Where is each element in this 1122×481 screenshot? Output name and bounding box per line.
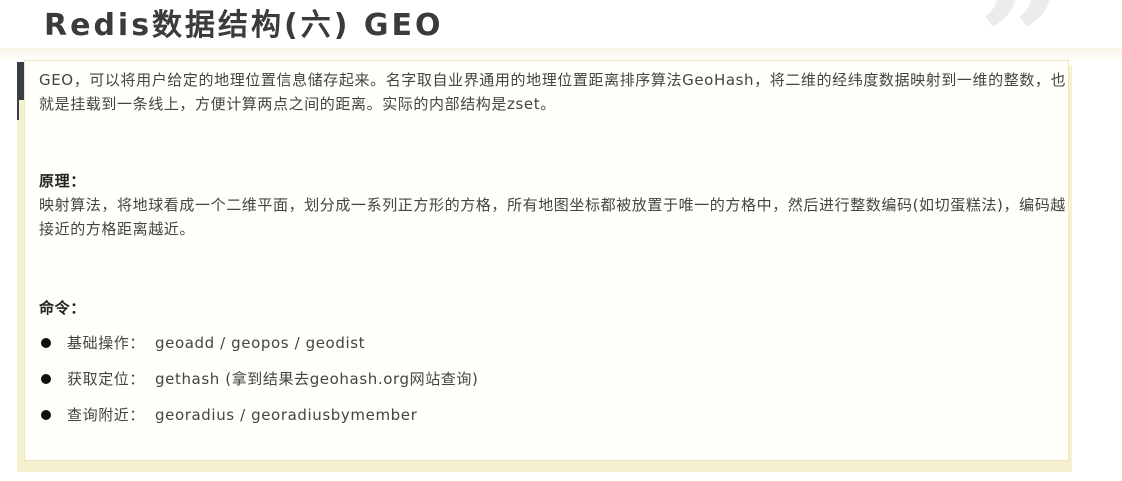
list-item: 基础操作： geoadd / geopos / geodist — [39, 331, 478, 367]
commands-list: 基础操作： geoadd / geopos / geodist 获取定位： ge… — [39, 331, 478, 439]
command-name: 查询附近： — [67, 406, 146, 424]
bullet-icon — [41, 374, 51, 384]
list-item: 获取定位： gethash (拿到结果去geohash.org网站查询) — [39, 367, 478, 403]
command-value: gethash (拿到结果去geohash.org网站查询) — [155, 370, 479, 388]
command-name: 基础操作： — [67, 334, 146, 352]
principle-heading: 原理： — [39, 172, 86, 190]
intro-paragraph: GEO，可以将用户给定的地理位置信息储存起来。名字取自业界通用的地理位置距离排序… — [39, 71, 1067, 113]
card-accent-line — [17, 100, 19, 120]
page-title: Redis数据结构(六) GEO — [44, 8, 444, 43]
command-value: geoadd / geopos / geodist — [155, 334, 366, 352]
bullet-icon — [41, 338, 51, 348]
bullet-icon — [41, 410, 51, 420]
card-accent-bar — [17, 62, 24, 100]
commands-heading: 命令： — [39, 299, 86, 317]
list-item: 查询附近： georadius / georadiusbymember — [39, 403, 478, 439]
command-name: 获取定位： — [67, 370, 146, 388]
command-value: georadius / georadiusbymember — [155, 406, 418, 424]
principle-paragraph: 映射算法，将地球看成一个二维平面，划分成一系列正方形的方格，所有地图坐标都被放置… — [39, 196, 1066, 238]
